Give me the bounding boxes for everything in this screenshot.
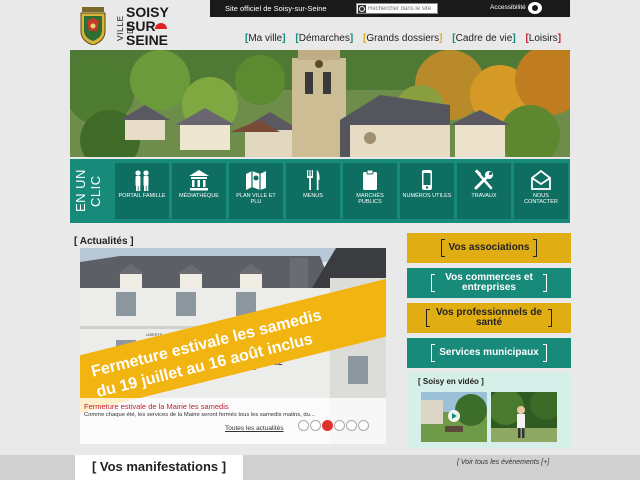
slider-dots	[298, 418, 370, 436]
nav-bracket-right: ]	[512, 33, 516, 44]
logo-swoosh-icon	[155, 23, 167, 29]
logo-ville-de: VILLE DE	[115, 15, 135, 41]
bracket-right	[548, 309, 552, 327]
sante-button[interactable]: Vos professionnels de santé	[407, 303, 571, 333]
tile-label: TRAVAUX	[471, 193, 497, 199]
site-title: Site officiel de Soisy-sur-Seine	[225, 4, 327, 13]
nav-label: Grands dossiers	[366, 33, 440, 44]
tile-mediatheque[interactable]: MÉDIATHÈQUE	[172, 163, 226, 219]
nav-item-grands-dossiers[interactable]: [Grands dossiers]	[363, 33, 443, 44]
accessibility-link[interactable]: Accessibilité	[490, 4, 526, 11]
news-section-title: [ Actualités ]	[74, 236, 134, 247]
eye-icon[interactable]	[528, 2, 542, 14]
nav-item-cadre-de-vie[interactable]: [Cadre de vie]	[452, 33, 515, 44]
tile-plan-ville[interactable]: PLAN VILLE ET PLU	[229, 163, 283, 219]
hero-village-image	[70, 50, 570, 157]
logo-line-3: SEINE	[126, 32, 169, 48]
bracket-left	[431, 344, 436, 362]
tile-portail-famille[interactable]: PORTAIL FAMILLE	[115, 163, 169, 219]
cutlery-icon	[307, 170, 320, 190]
tile-label: MENUS	[303, 193, 323, 199]
video-title: [ Soisy en vidéo ]	[418, 377, 484, 386]
crest-icon	[80, 7, 106, 45]
top-bar: Site officiel de Soisy-sur-Seine Accessi…	[210, 0, 570, 17]
slider-dot[interactable]	[310, 420, 321, 431]
tile-travaux[interactable]: TRAVAUX	[457, 163, 511, 219]
tile-label: MARCHÉS PUBLICS	[356, 193, 384, 205]
site-logo[interactable]: VILLE DE SOISY SUR SEINE	[79, 5, 179, 49]
tile-label: NOUS CONTACTER	[524, 193, 558, 205]
tile-menus[interactable]: MENUS	[286, 163, 340, 219]
news-excerpt: Comme chaque été, les services de la Mai…	[84, 412, 315, 418]
library-icon	[189, 170, 209, 191]
bracket-right	[533, 239, 538, 257]
nav-bracket-right: ]	[282, 33, 286, 44]
events-section-title: [ Vos manifestations ]	[75, 455, 243, 480]
services-label: Services municipaux	[439, 347, 539, 358]
nav-label: Loisirs	[528, 33, 558, 44]
slider-dot[interactable]	[358, 420, 369, 431]
bracket-left	[431, 274, 435, 292]
services-button[interactable]: Services municipaux	[407, 338, 571, 368]
slider-dot[interactable]	[334, 420, 345, 431]
search-icon[interactable]	[358, 5, 366, 13]
logo-line-1: SOISY	[126, 4, 169, 20]
search-input[interactable]	[368, 4, 436, 13]
commerces-label: Vos commerces et entreprises	[445, 272, 533, 293]
news-caption: Fermeture estivale de la Mairie les same…	[80, 398, 386, 444]
clipboard-icon	[363, 169, 377, 190]
slider-dot-active[interactable]	[322, 420, 333, 431]
tile-label: PLAN VILLE ET PLU	[236, 193, 276, 205]
slider-dot[interactable]	[298, 420, 309, 431]
nav-label: Démarches	[298, 33, 350, 44]
associations-button[interactable]: Vos associations	[407, 233, 571, 263]
nav-item-loisirs[interactable]: [Loisirs]	[525, 33, 561, 44]
video-thumbnail-image	[491, 392, 557, 442]
main-nav: [Ma ville] [Démarches] [Grands dossiers]…	[245, 33, 568, 44]
bracket-right	[542, 344, 547, 362]
tile-marches-publics[interactable]: MARCHÉS PUBLICS	[343, 163, 397, 219]
nav-label: Cadre de vie	[455, 33, 513, 44]
slider-dot[interactable]	[346, 420, 357, 431]
nav-bracket-right: ]	[349, 33, 354, 44]
all-news-link[interactable]: Toutes les actualités	[225, 425, 284, 432]
bracket-left	[440, 239, 445, 257]
video-thumbnail-image	[421, 392, 487, 442]
nav-bracket-right: ]	[557, 33, 562, 44]
bracket-right	[543, 274, 547, 292]
associations-label: Vos associations	[448, 242, 530, 253]
tile-label: PORTAIL FAMILLE	[118, 193, 166, 199]
video-thumbnail-2[interactable]	[491, 392, 557, 442]
quick-links-label: EN UN CLIC	[73, 169, 103, 213]
nav-item-demarches[interactable]: [Démarches]	[295, 33, 353, 44]
news-headline[interactable]: Fermeture estivale de la Mairie les same…	[84, 402, 229, 411]
quick-links-band: EN UN CLIC PORTAIL FAMILLE MÉDIATHÈQUE P…	[70, 159, 570, 223]
video-panel: [ Soisy en vidéo ]	[407, 372, 571, 448]
events-band: [ Vos manifestations ] [ Voir tous les é…	[0, 455, 640, 480]
map-icon	[246, 171, 266, 190]
phone-icon	[422, 170, 432, 190]
all-events-link[interactable]: [ Voir tous les évènements [+]	[457, 459, 549, 466]
tile-nous-contacter[interactable]: NOUS CONTACTER	[514, 163, 568, 219]
tile-label: NUMÉROS UTILES	[402, 193, 452, 199]
tile-label: MÉDIATHÈQUE	[179, 193, 219, 199]
search-box[interactable]	[356, 3, 438, 14]
tile-numeros-utiles[interactable]: NUMÉROS UTILES	[400, 163, 454, 219]
nav-item-ma-ville[interactable]: [Ma ville]	[245, 33, 286, 44]
sante-label: Vos professionnels de santé	[436, 307, 542, 328]
nav-bracket-right: ]	[439, 33, 443, 44]
hero-banner	[70, 50, 570, 157]
family-icon	[135, 170, 149, 191]
video-thumbnail-1[interactable]	[421, 392, 487, 442]
news-slider[interactable]: LIBERTE MAIRIE Fermeture estivale les sa…	[80, 248, 386, 444]
bracket-left	[426, 309, 430, 327]
tools-icon	[474, 169, 493, 190]
nav-label: Ma ville	[248, 33, 283, 44]
commerces-button[interactable]: Vos commerces et entreprises	[407, 268, 571, 298]
mail-icon	[531, 169, 551, 190]
